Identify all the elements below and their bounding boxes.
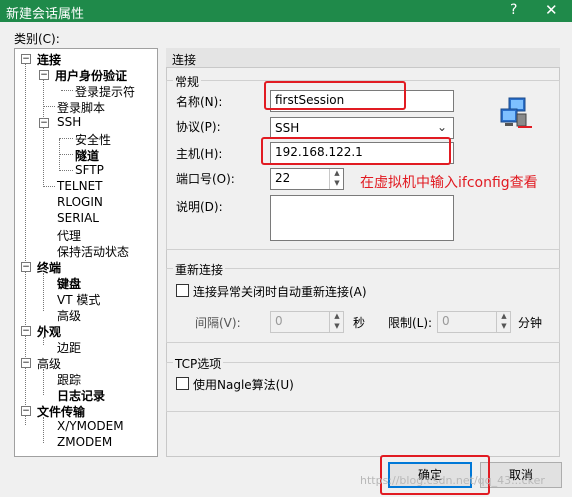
auto-reconnect-checkbox[interactable]	[176, 284, 189, 297]
interval-stepper[interactable]: ▲ ▼	[329, 312, 344, 332]
tree-item-tunnel[interactable]: 隧道	[75, 147, 99, 164]
down-arrow-icon[interactable]: ▼	[497, 322, 511, 332]
up-arrow-icon[interactable]: ▲	[330, 312, 344, 322]
protocol-value: SSH	[275, 121, 300, 135]
chevron-down-icon: ⌄	[436, 120, 447, 134]
collapse-icon[interactable]: −	[21, 54, 31, 64]
port-stepper[interactable]: ▲ ▼	[329, 169, 344, 189]
tree-item-proxy[interactable]: 代理	[57, 227, 81, 244]
tree-item-telnet[interactable]: TELNET	[57, 179, 103, 193]
tree-item-rlogin[interactable]: RLOGIN	[57, 195, 103, 209]
tree-item-keyboard[interactable]: 键盘	[57, 275, 81, 292]
tree-item-sftp[interactable]: SFTP	[75, 163, 104, 177]
watermark: https://blog.csdn.net/qq_43...cker	[360, 474, 545, 487]
down-arrow-icon[interactable]: ▼	[330, 322, 344, 332]
tree-item-ssh[interactable]: SSH	[57, 115, 81, 129]
tcp-group-title: TCP选项	[173, 355, 224, 372]
tree-item-logging[interactable]: 日志记录	[57, 387, 105, 404]
tree-item-appearance[interactable]: 外观	[37, 323, 61, 340]
tree-item-margin[interactable]: 边距	[57, 339, 81, 356]
interval-label: 间隔(V):	[195, 316, 241, 330]
limit-stepper[interactable]: ▲ ▼	[496, 312, 511, 332]
host-label: 主机(H):	[176, 147, 223, 161]
highlight-name	[264, 81, 406, 110]
title-bar: 新建会话属性 ? ✕	[0, 0, 572, 22]
category-tree[interactable]: − 连接 − 用户身份验证 登录提示符 登录脚本 − SSH 安全性 隧道 SF…	[14, 48, 158, 457]
tree-item-keepalive[interactable]: 保持活动状态	[57, 243, 129, 260]
tree-item-connection[interactable]: 连接	[37, 51, 61, 68]
help-button[interactable]: ?	[510, 2, 517, 18]
tree-item-trace[interactable]: 跟踪	[57, 371, 81, 388]
collapse-icon[interactable]: −	[21, 358, 31, 368]
collapse-icon[interactable]: −	[39, 70, 49, 80]
tree-item-zmodem[interactable]: ZMODEM	[57, 435, 112, 449]
tree-item-vt-mode[interactable]: VT 模式	[57, 291, 100, 308]
tree-item-file-transfer[interactable]: 文件传输	[37, 403, 85, 420]
up-arrow-icon[interactable]: ▲	[330, 169, 344, 179]
section-title: 连接	[172, 53, 197, 67]
collapse-icon[interactable]: −	[21, 262, 31, 272]
tree-item-advanced-top[interactable]: 高级	[37, 355, 61, 372]
protocol-select[interactable]: SSH ⌄	[270, 117, 454, 139]
tree-item-login-prompt[interactable]: 登录提示符	[75, 83, 135, 100]
tree-item-xymodem[interactable]: X/YMODEM	[57, 419, 124, 433]
description-input[interactable]	[270, 195, 454, 241]
nagle-label: 使用Nagle算法(U)	[193, 378, 294, 392]
up-arrow-icon[interactable]: ▲	[497, 312, 511, 322]
tree-item-serial[interactable]: SERIAL	[57, 211, 99, 225]
nagle-checkbox[interactable]	[176, 377, 189, 390]
highlight-host	[261, 137, 451, 165]
minutes-label: 分钟	[518, 316, 543, 330]
tree-item-user-auth[interactable]: 用户身份验证	[55, 67, 127, 84]
reconnect-group-title: 重新连接	[173, 261, 226, 278]
window-title: 新建会话属性	[6, 7, 85, 22]
tree-item-login-script[interactable]: 登录脚本	[57, 99, 105, 116]
tree-item-advanced[interactable]: 高级	[57, 307, 81, 324]
collapse-icon[interactable]: −	[39, 118, 49, 128]
collapse-icon[interactable]: −	[21, 326, 31, 336]
network-computers-icon	[498, 96, 534, 130]
protocol-label: 协议(P):	[176, 120, 221, 134]
limit-label: 限制(L):	[388, 316, 433, 330]
auto-reconnect-label: 连接异常关闭时自动重新连接(A)	[193, 285, 367, 299]
tree-item-security[interactable]: 安全性	[75, 131, 111, 148]
description-label: 说明(D):	[176, 200, 223, 214]
port-label: 端口号(O):	[176, 172, 235, 186]
seconds-label: 秒	[353, 316, 366, 330]
category-label: 类别(C):	[14, 32, 60, 46]
name-label: 名称(N):	[176, 95, 223, 109]
tree-item-terminal[interactable]: 终端	[37, 259, 61, 276]
general-group-title: 常规	[173, 73, 202, 90]
annotation-note: 在虚拟机中输入ifconfig查看	[360, 175, 538, 191]
close-button[interactable]: ✕	[545, 1, 558, 19]
down-arrow-icon[interactable]: ▼	[330, 179, 344, 189]
section-header: 连接	[166, 48, 560, 68]
collapse-icon[interactable]: −	[21, 406, 31, 416]
